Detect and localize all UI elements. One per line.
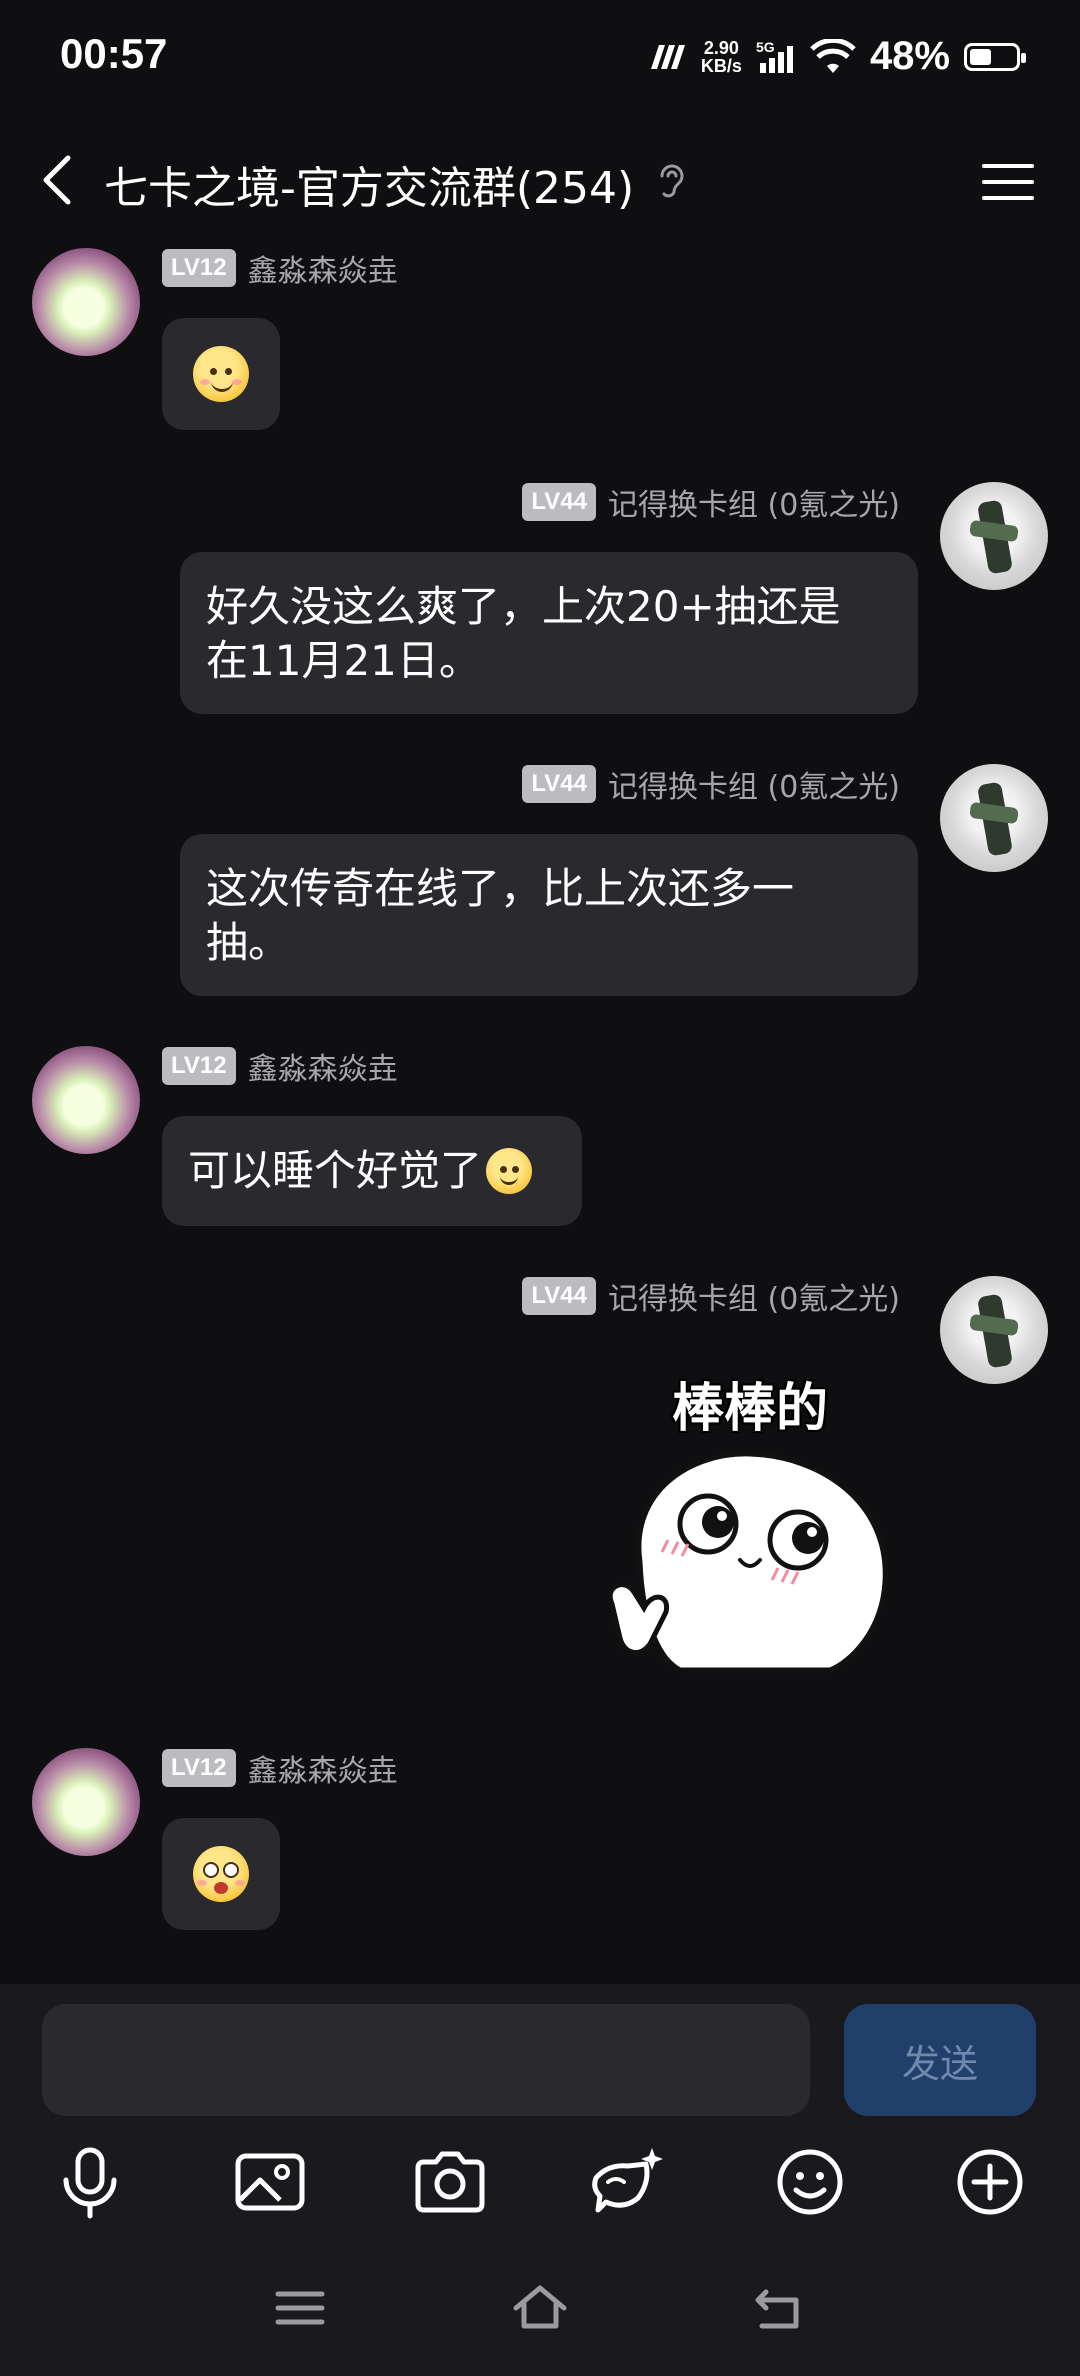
avatar[interactable] <box>940 1276 1048 1384</box>
message-bubble[interactable]: 好久没这么爽了，上次20+抽还是 在11月21日。 <box>180 552 918 714</box>
network-type: 5G <box>755 38 775 55</box>
message-text-line: 在11月21日。 <box>206 636 481 685</box>
level-badge: LV44 <box>522 1277 596 1315</box>
send-button[interactable]: 发送 <box>844 2004 1036 2116</box>
sender-name[interactable]: 鑫淼森焱垚 <box>248 1746 398 1790</box>
cellular-signal-icon: 5G <box>756 39 796 75</box>
sticker-image[interactable]: 棒棒的 <box>600 1366 900 1686</box>
level-badge: LV12 <box>162 249 236 287</box>
avatar[interactable] <box>940 764 1048 872</box>
sender-name[interactable]: 鑫淼森焱垚 <box>248 1044 398 1088</box>
avatar[interactable] <box>32 1046 140 1154</box>
chat-header: 七卡之境-官方交流群(254) <box>0 130 1080 230</box>
sender-name[interactable]: 记得换卡组 (0氪之光) <box>608 480 900 524</box>
sender-name[interactable]: 记得换卡组 (0氪之光) <box>608 1274 900 1318</box>
sticker-caption: 棒棒的 <box>671 1379 828 1439</box>
status-bar: 00:57 2.90 KB/s 5G 48% <box>0 0 1080 120</box>
message-bubble[interactable] <box>162 318 280 430</box>
message-text: 可以睡个好觉了 <box>188 1146 483 1195</box>
network-speed-value: 2.90 <box>703 37 739 58</box>
smiling-face-emoji-icon <box>193 346 249 402</box>
sender-row: LV44 记得换卡组 (0氪之光) <box>522 480 900 524</box>
image-icon[interactable] <box>230 2142 310 2222</box>
sender-row: LV12 鑫淼森焱垚 <box>162 1746 398 1790</box>
recent-apps-icon[interactable] <box>270 2278 330 2338</box>
battery-percent: 48% <box>869 34 950 78</box>
ear-icon[interactable] <box>652 160 692 204</box>
sender-row: LV12 鑫淼森焱垚 <box>162 1044 398 1088</box>
message-list[interactable]: LV12 鑫淼森焱垚 LV44 记得换卡组 (0氪之光) 好久没这么爽了，上次2… <box>0 240 1080 1980</box>
sender-row: LV12 鑫淼森焱垚 <box>162 246 398 290</box>
message-input[interactable] <box>42 2004 810 2116</box>
battery-fill <box>970 48 991 65</box>
level-badge: LV12 <box>162 1047 236 1085</box>
message-bubble[interactable]: 可以睡个好觉了 <box>162 1116 582 1226</box>
sticker-character-icon <box>607 1451 888 1673</box>
message-bubble[interactable]: 这次传奇在线了，比上次还多一 抽。 <box>180 834 918 996</box>
avatar[interactable] <box>940 482 1048 590</box>
smiling-face-emoji-icon <box>486 1148 533 1194</box>
message-text-line: 好久没这么爽了，上次20+抽还是 <box>206 582 841 631</box>
network-speed: 2.90 KB/s <box>701 39 742 75</box>
composer-area: 发送 <box>0 1984 1080 2376</box>
plus-icon[interactable] <box>950 2142 1030 2222</box>
sender-row: LV44 记得换卡组 (0氪之光) <box>522 762 900 806</box>
status-indicators: 2.90 KB/s 5G 48% <box>645 34 1026 79</box>
hd-network-icon <box>650 44 685 69</box>
menu-icon[interactable] <box>980 160 1036 204</box>
pleading-face-emoji-icon <box>193 1846 249 1902</box>
sender-name[interactable]: 记得换卡组 (0氪之光) <box>608 762 900 806</box>
home-icon[interactable] <box>510 2278 570 2338</box>
level-badge: LV44 <box>522 483 596 521</box>
wifi-icon <box>810 38 856 73</box>
chat-title[interactable]: 七卡之境-官方交流群(254) <box>104 152 634 216</box>
message-bubble[interactable] <box>162 1818 280 1930</box>
ai-assistant-icon[interactable] <box>588 2142 668 2222</box>
camera-icon[interactable] <box>410 2142 490 2222</box>
sender-name[interactable]: 鑫淼森焱垚 <box>248 246 398 290</box>
microphone-icon[interactable] <box>50 2142 130 2222</box>
message-text-line: 抽。 <box>206 918 291 967</box>
network-speed-unit: KB/s <box>700 55 742 76</box>
level-badge: LV12 <box>162 1749 236 1787</box>
back-button[interactable] <box>30 150 90 210</box>
emoji-icon[interactable] <box>770 2142 850 2222</box>
status-time: 00:57 <box>60 30 168 77</box>
battery-icon <box>964 42 1026 71</box>
avatar[interactable] <box>32 248 140 356</box>
level-badge: LV44 <box>522 765 596 803</box>
sender-row: LV44 记得换卡组 (0氪之光) <box>522 1274 900 1318</box>
back-nav-icon[interactable] <box>750 2278 810 2338</box>
message-text-line: 这次传奇在线了，比上次还多一 <box>206 864 795 913</box>
avatar[interactable] <box>32 1748 140 1856</box>
